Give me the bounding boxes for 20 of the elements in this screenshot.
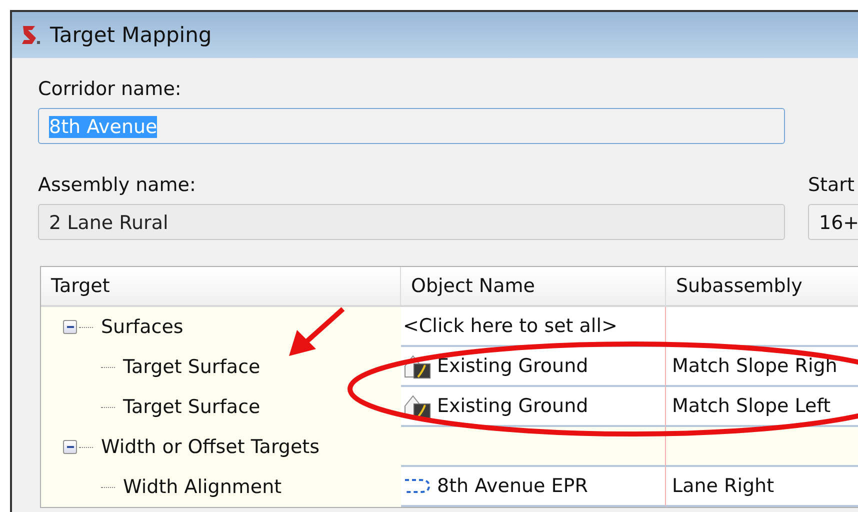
collapse-toggle[interactable] (63, 320, 77, 334)
window-title: Target Mapping (50, 23, 212, 47)
annotation-arrow (289, 307, 345, 356)
tree-item[interactable]: Surfaces (101, 316, 184, 338)
table-cell[interactable]: <Click here to set all> (403, 315, 618, 337)
table-cell: Lane Right (672, 475, 774, 497)
app-icon (20, 24, 42, 46)
field-label: Start (808, 173, 856, 198)
column-header[interactable]: Subassembly (666, 267, 858, 305)
field-label: Assembly name: (38, 173, 197, 198)
field-label: Corridor name: (38, 77, 182, 102)
column-header[interactable]: Object Name (401, 267, 666, 305)
table-cell[interactable]: 8th Avenue EPR (437, 475, 588, 497)
start-station-field[interactable]: 16+ (808, 204, 858, 240)
table-cell: Match Slope Left (672, 395, 831, 417)
table-cell[interactable]: Existing Ground (437, 395, 588, 417)
column-header[interactable]: Target (41, 267, 401, 305)
table-cell: Match Slope Righ (672, 355, 838, 377)
collapse-toggle[interactable] (63, 440, 77, 454)
table-cell[interactable]: Existing Ground (437, 355, 588, 377)
